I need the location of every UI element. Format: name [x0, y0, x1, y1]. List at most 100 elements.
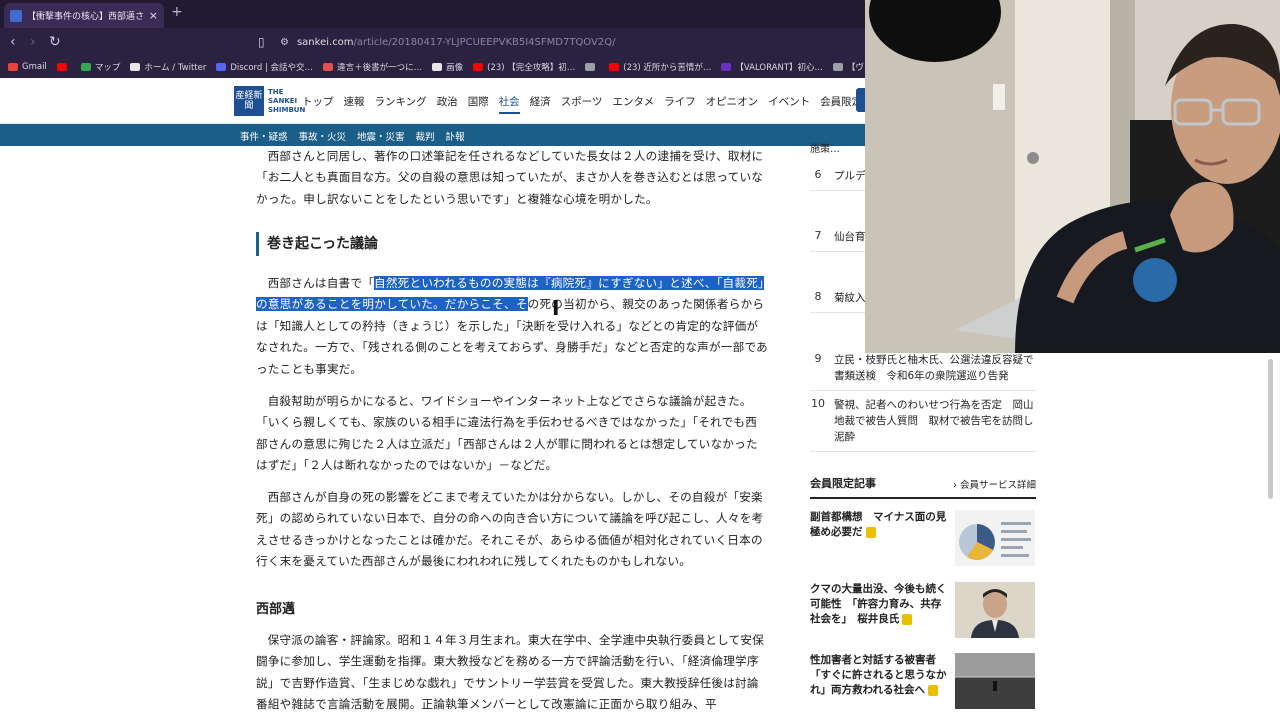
bookmark-label: (23) 近所から苦情が…: [623, 63, 712, 73]
ranking-fragment: 施策…: [810, 144, 840, 155]
bookmark-label: 画像: [446, 63, 464, 73]
bookmark-item[interactable]: (23) 近所から苦情が…: [609, 61, 711, 73]
subnav-item[interactable]: 地震・災害: [357, 129, 405, 143]
card-title-wrap: クマの大量出没、今後も続く可能性 「許容力育み、共存社会を」 桜井良氏: [810, 582, 950, 627]
subnav-item[interactable]: 事故・火災: [299, 129, 347, 143]
ranking-item[interactable]: 10 警視、記者へのわいせつ行為を否定 岡山地裁で被告人質問 取材で被告宅を訪問し…: [810, 397, 1036, 452]
bookmark-item[interactable]: 【VALORANT】初心…: [721, 61, 823, 73]
tab-close-icon[interactable]: ×: [149, 9, 158, 22]
ranking-title: 立民・枝野氏と柚木氏、公選法違反容疑で書類送検 令和6年の衆院選巡り告発: [834, 354, 1034, 382]
nav-item[interactable]: オピニオン: [706, 94, 759, 114]
bookmark-favicon-icon: [721, 63, 732, 71]
members-only-title: 会員限定記事: [810, 477, 876, 490]
site-settings-icon[interactable]: ⚙: [280, 37, 289, 48]
url-path: /article/20180417-YLJPCUEEPVKB5I4SFMD7TQ…: [353, 36, 616, 48]
ranking-number: 9: [814, 352, 822, 365]
logo-line: SANKEI: [268, 96, 298, 105]
bookmark-label: Discord | 会話や交…: [230, 63, 314, 73]
article-paragraph: 保守派の論客・評論家。昭和１４年３月生まれ。東大在学中、全学連中央執行委員として…: [256, 633, 765, 712]
ranking-item[interactable]: 9 立民・枝野氏と柚木氏、公選法違反容疑で書類送検 令和6年の衆院選巡り告発: [810, 352, 1036, 391]
reload-icon[interactable]: ↻: [49, 34, 61, 50]
member-article-card[interactable]: クマの大量出没、今後も続く可能性 「許容力育み、共存社会を」 桜井良氏: [810, 582, 1036, 640]
bookmark-label: 【VALORANT】初心…: [735, 63, 824, 73]
profile-heading: 西部邁: [256, 602, 296, 617]
sankei-favicon-icon: [10, 9, 22, 22]
landscape-thumbnail: [955, 653, 1035, 709]
logo-mark: 産経新聞: [234, 86, 264, 116]
bookmark-item[interactable]: Gmail: [8, 62, 47, 72]
subnav-item[interactable]: 事件・疑惑: [240, 129, 288, 143]
bookmark-favicon-icon: [323, 63, 334, 71]
scrollbar-thumb[interactable]: [1268, 359, 1273, 499]
bookmark-favicon-icon: [432, 63, 443, 71]
bookmark-label: (23) 【完全攻略】初…: [487, 63, 576, 73]
bookmark-item[interactable]: [56, 63, 71, 71]
ranking-number: 8: [814, 290, 822, 303]
nav-item[interactable]: トップ: [302, 94, 334, 114]
card-title: 副首都構想 マイナス面の見極め必要だ: [810, 511, 947, 538]
section-heading: 巻き起こった議論: [256, 232, 378, 256]
nav-item[interactable]: ライフ: [664, 94, 696, 114]
card-title: 性加害者と対話する被害者「すぐに許されると思うなかれ」両方救われる社会へ: [810, 654, 947, 696]
paragraph-text: 西部さんは自書で「: [267, 276, 375, 290]
nav-item[interactable]: 速報: [344, 94, 365, 114]
page-scrollbar[interactable]: [1268, 353, 1274, 720]
bookmark-icon[interactable]: ▯: [258, 34, 265, 50]
browser-tab[interactable]: 【衝撃事件の核心】西部邁さん自殺… ×: [4, 3, 164, 28]
new-tab-button[interactable]: +: [171, 4, 183, 20]
nav-item[interactable]: 国際: [468, 94, 489, 114]
nav-item[interactable]: イベント: [768, 94, 810, 114]
members-only-header: 会員限定記事 › 会員サービス詳細: [810, 475, 1036, 499]
nav-item[interactable]: 経済: [530, 94, 551, 114]
bookmark-item[interactable]: ホーム / Twitter: [130, 61, 206, 73]
nav-item[interactable]: エンタメ: [612, 94, 654, 114]
site-logo[interactable]: 産経新聞 THE SANKEI SHIMBUN: [234, 86, 305, 116]
member-lock-icon: [865, 526, 876, 538]
bookmark-item[interactable]: マップ: [80, 61, 121, 73]
bookmark-favicon-icon: [833, 63, 844, 71]
bookmark-item[interactable]: 画像: [432, 61, 463, 73]
bookmark-favicon-icon: [609, 63, 620, 71]
portrait-thumbnail: [955, 582, 1035, 638]
bookmark-favicon-icon: [56, 63, 67, 71]
bookmark-label: ホーム / Twitter: [144, 63, 207, 73]
subnav-item[interactable]: 訃報: [446, 129, 465, 143]
logo-wordmark: THE SANKEI SHIMBUN: [268, 88, 305, 115]
bookmark-item[interactable]: 違言＋後書が一つに…: [323, 61, 422, 73]
nav-item[interactable]: 政治: [437, 94, 458, 114]
member-article-card[interactable]: 性加害者と対話する被害者「すぐに許されると思うなかれ」両方救われる社会へ: [810, 653, 1036, 711]
ranking-number: 6: [814, 168, 822, 181]
logo-line: THE: [268, 87, 284, 96]
nav-item[interactable]: 社会: [498, 94, 520, 114]
ranking-number: 7: [814, 229, 822, 242]
main-nav: トップ 速報 ランキング 政治 国際 社会 経済 スポーツ エンタメ ライフ オピニオン イベント 会員…: [302, 94, 893, 114]
member-article-card[interactable]: 副首都構想 マイナス面の見極め必要だ: [810, 510, 1036, 568]
bookmark-favicon-icon: [8, 63, 18, 71]
webcam-video-image: [865, 0, 1280, 353]
logo-line: SHIMBUN: [268, 105, 306, 114]
bookmark-item[interactable]: [585, 63, 599, 71]
bookmark-label: マップ: [94, 63, 121, 73]
bookmark-item[interactable]: (23) 【完全攻略】初…: [473, 61, 575, 73]
bookmark-favicon-icon: [130, 63, 141, 71]
tab-title: 【衝撃事件の核心】西部邁さん自殺…: [27, 12, 144, 22]
subnav-item[interactable]: 裁判: [416, 129, 435, 143]
card-title-wrap: 性加害者と対話する被害者「すぐに許されると思うなかれ」両方救われる社会へ: [810, 653, 950, 698]
url-field[interactable]: ⚙ sankei.com/article/20180417-YLJPCUEEPV…: [280, 32, 840, 52]
member-lock-icon: [927, 684, 938, 696]
article-paragraph: 自殺幇助が明らかになると、ワイドショーやインターネット上などでさらな議論が起きた…: [256, 394, 758, 473]
text-cursor-icon: I: [552, 296, 560, 320]
article-paragraph-selected[interactable]: 西部さんは自書で「自然死といわれるものの実態は『病院死』にすぎない」と述べ、「自…: [256, 273, 768, 380]
back-arrow-icon[interactable]: ‹: [10, 34, 16, 50]
forward-arrow-icon[interactable]: ›: [30, 34, 36, 50]
infographic-thumbnail: [955, 510, 1035, 566]
members-service-link[interactable]: › 会員サービス詳細: [953, 477, 1036, 491]
webcam-overlay: [865, 0, 1280, 353]
card-title: クマの大量出没、今後も続く可能性 「許容力育み、共存社会を」 桜井良氏: [810, 583, 947, 625]
article-paragraph: 西部さんが自身の死の影響をどこまで考えていたかは分からない。しかし、その自殺が「…: [256, 490, 764, 569]
bookmark-item[interactable]: Discord | 会話や交…: [216, 61, 313, 73]
nav-item[interactable]: ランキング: [375, 94, 427, 114]
url-host: sankei.com: [296, 36, 354, 48]
bookmark-favicon-icon: [80, 63, 91, 71]
nav-item[interactable]: スポーツ: [561, 94, 603, 114]
